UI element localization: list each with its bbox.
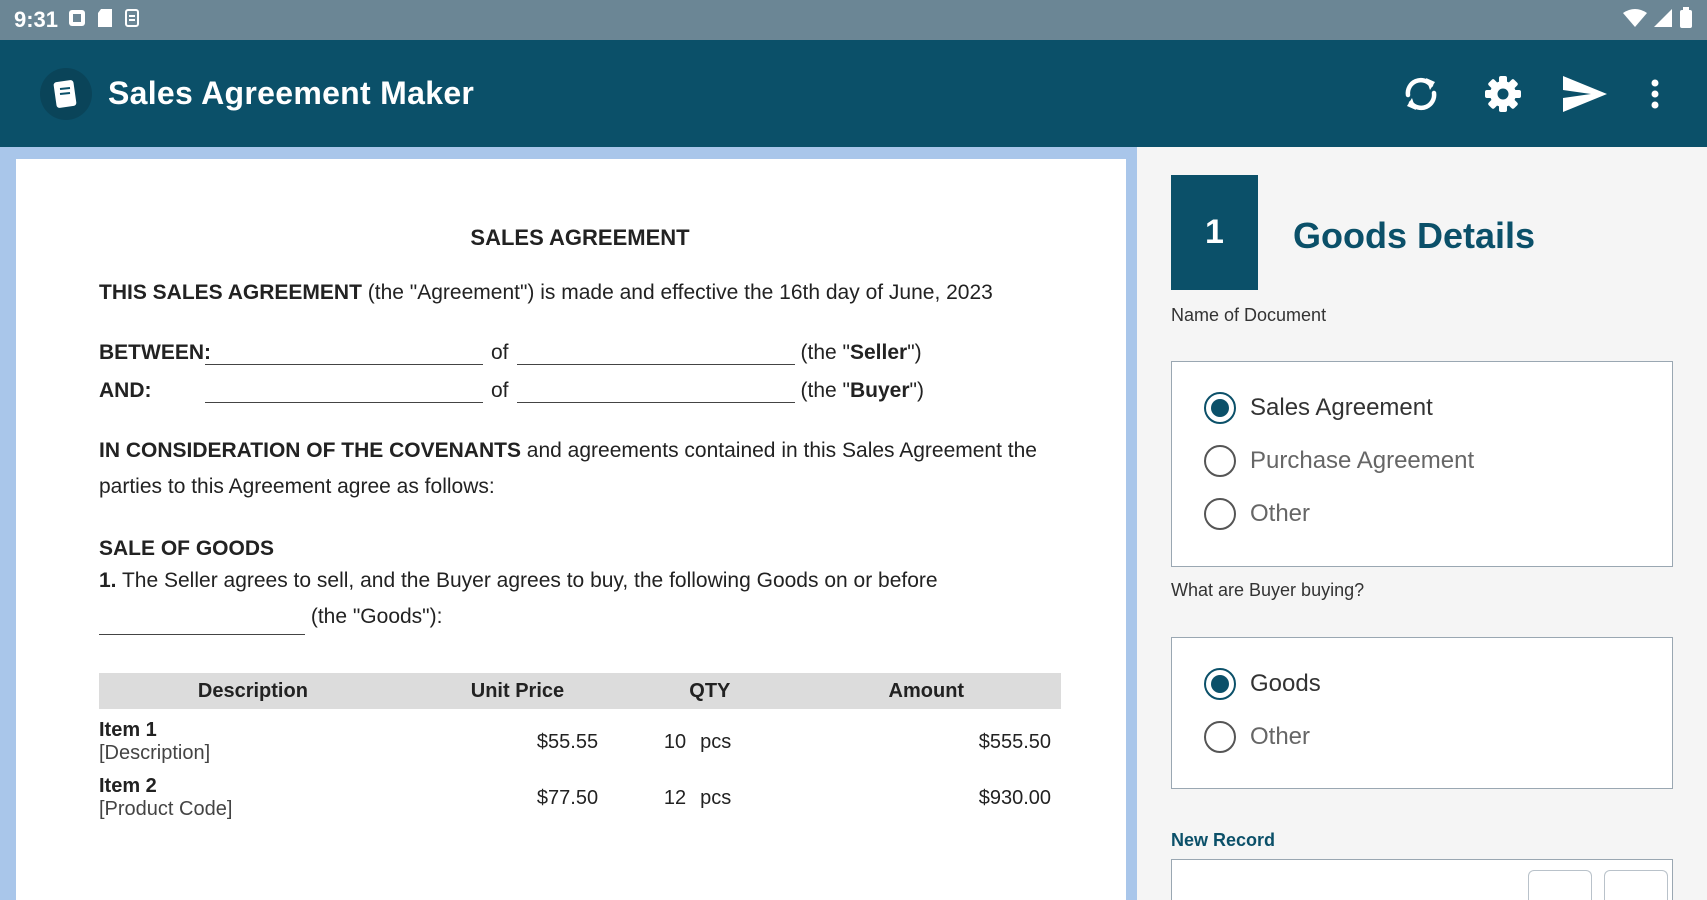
option-label: Other [1250, 500, 1311, 527]
goods-tail: (the "Goods"): [305, 605, 443, 628]
app-title: Sales Agreement Maker [108, 75, 475, 111]
gear-icon [1485, 75, 1521, 112]
sim-icon [124, 8, 140, 33]
of-text: of [491, 341, 509, 364]
new-record-box[interactable] [1171, 859, 1673, 900]
option-label: Goods [1250, 670, 1321, 697]
col-unit-price: Unit Price [406, 673, 629, 709]
more-vert-icon [1651, 79, 1659, 108]
and-row: AND: of (the "Buyer") [99, 379, 1061, 403]
section-heading: SALE OF GOODS [99, 537, 275, 560]
radio-option-other[interactable]: Other [1204, 721, 1310, 753]
app-bar-actions [1397, 70, 1667, 118]
and-label: AND: [99, 379, 152, 402]
item-name: Item 1 [99, 719, 157, 741]
step-number-badge: 1 [1171, 175, 1258, 290]
status-time: 9:31 [14, 7, 59, 32]
qty-cell: 12 pcs [628, 765, 792, 821]
goods-table: Description Unit Price QTY Amount Item 1… [99, 673, 1061, 821]
buying-radio-group: Goods Other [1171, 637, 1673, 789]
seller-address-blank [516, 343, 795, 365]
send-icon [1563, 75, 1607, 112]
option-label: Sales Agreement [1250, 394, 1433, 421]
radio-button[interactable] [1204, 445, 1236, 477]
buying-label: What are Buyer buying? [1171, 580, 1365, 600]
table-row: Item 2 [Product Code] $77.50 12 pcs $930.… [99, 765, 1061, 821]
unit-price-cell: $55.55 [536, 731, 599, 753]
qty-unit: pcs [700, 731, 732, 753]
signal-icon [1653, 8, 1673, 33]
document-name-radio-group: Sales Agreement Purchase Agreement Other [1171, 361, 1673, 567]
radio-option-purchase-agreement[interactable]: Purchase Agreement [1204, 445, 1474, 477]
qty-cell: 10 pcs [628, 709, 792, 765]
new-record-action-2[interactable] [1604, 870, 1668, 900]
intro-bold: THIS SALES AGREEMENT [99, 281, 362, 304]
option-label: Purchase Agreement [1250, 447, 1475, 474]
item-cell: Item 1 [Description] [99, 709, 407, 765]
send-button[interactable] [1561, 70, 1609, 118]
item-cell: Item 2 [Product Code] [99, 765, 407, 821]
radio-button-selected[interactable] [1204, 668, 1236, 700]
step-title: Goods Details [1293, 215, 1536, 256]
item-description: [Description] [99, 742, 211, 764]
col-description: Description [99, 673, 407, 709]
sync-button[interactable] [1397, 70, 1445, 118]
seller-name-blank [205, 343, 483, 365]
clause-1: 1. The Seller agrees to sell, and the Bu… [99, 563, 1061, 635]
sync-icon [1405, 77, 1437, 110]
item-description: [Product Code] [99, 798, 233, 820]
item-name: Item 2 [99, 775, 157, 797]
clause-number: 1. [99, 569, 117, 592]
amount-cell: $555.50 [978, 731, 1051, 753]
notification-icon [68, 9, 86, 32]
app-bar: Sales Agreement Maker [0, 40, 1707, 147]
buyer-role: (the "Buyer") [800, 379, 924, 402]
radio-button[interactable] [1204, 721, 1236, 753]
battery-icon [1679, 6, 1693, 34]
wifi-icon [1623, 8, 1647, 33]
between-row: BETWEEN: of (the "Seller") [99, 341, 1061, 365]
new-record-label: New Record [1171, 830, 1276, 850]
between-label: BETWEEN: [99, 341, 211, 364]
qty-value: 10 [663, 731, 687, 753]
of-text: of [491, 379, 509, 402]
status-right [1623, 6, 1693, 34]
sd-card-icon [96, 8, 114, 33]
table-row: Item 1 [Description] $55.55 10 pcs $555.5… [99, 709, 1061, 765]
radio-option-sales-agreement[interactable]: Sales Agreement [1204, 392, 1433, 424]
clause-text: The Seller agrees to sell, and the Buyer… [116, 569, 938, 592]
qty-value: 12 [663, 787, 687, 809]
document-page: SALES AGREEMENT THIS SALES AGREEMENT (th… [16, 159, 1126, 900]
radio-button-selected[interactable] [1204, 392, 1236, 424]
buyer-name-blank [205, 381, 483, 403]
new-record-action-1[interactable] [1528, 870, 1592, 900]
document-name-label: Name of Document [1171, 305, 1327, 325]
app-logo-icon [40, 67, 92, 120]
status-bar: 9:31 [0, 0, 1707, 40]
seller-role: (the "Seller") [800, 341, 922, 364]
radio-button[interactable] [1204, 498, 1236, 530]
document-preview-pane[interactable]: SALES AGREEMENT THIS SALES AGREEMENT (th… [0, 147, 1137, 900]
document-title: SALES AGREEMENT [470, 225, 690, 250]
radio-option-goods[interactable]: Goods [1204, 668, 1321, 700]
qty-unit: pcs [700, 787, 732, 809]
buyer-address-blank [516, 381, 795, 403]
unit-price-cell: $77.50 [536, 787, 599, 809]
col-qty: QTY [628, 673, 792, 709]
radio-option-other[interactable]: Other [1204, 498, 1310, 530]
table-header-row: Description Unit Price QTY Amount [99, 673, 1061, 709]
form-pane[interactable]: 1 Goods Details Name of Document Sales A… [1137, 147, 1707, 900]
amount-cell: $930.00 [978, 787, 1051, 809]
intro-paragraph: THIS SALES AGREEMENT (the "Agreement") i… [99, 275, 1061, 311]
more-options-button[interactable] [1643, 70, 1667, 118]
intro-text: (the "Agreement") is made and effective … [361, 281, 993, 304]
document-content: SALES AGREEMENT THIS SALES AGREEMENT (th… [99, 159, 1061, 821]
settings-button[interactable] [1479, 70, 1527, 118]
col-amount: Amount [791, 673, 1061, 709]
goods-date-blank [99, 613, 305, 635]
consideration-paragraph: IN CONSIDERATION OF THE COVENANTS and ag… [99, 433, 1061, 505]
option-label: Other [1250, 723, 1311, 750]
consideration-bold: IN CONSIDERATION OF THE COVENANTS [99, 439, 521, 462]
